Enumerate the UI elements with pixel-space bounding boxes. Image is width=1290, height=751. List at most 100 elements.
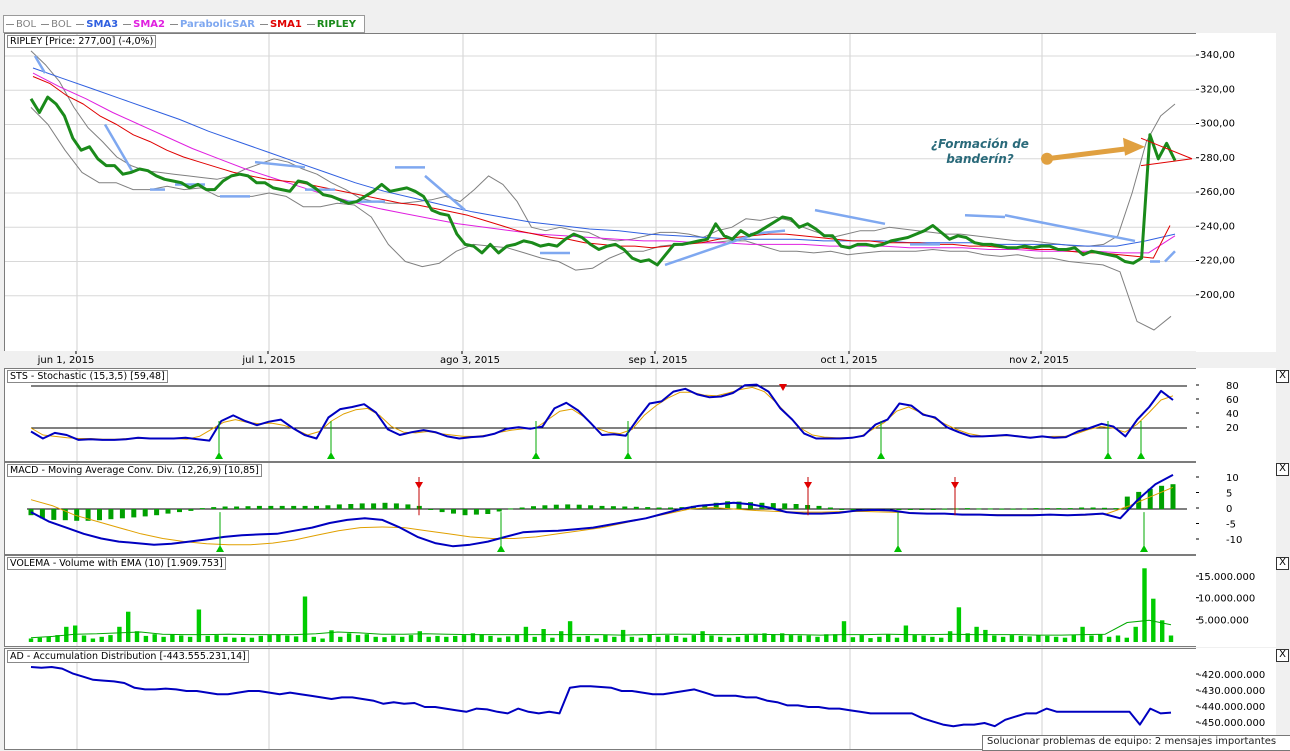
date-tick-label: ago 3, 2015 (440, 355, 500, 366)
volume-bar (912, 635, 917, 642)
macd-histogram-bar (325, 505, 331, 509)
macd-histogram-bar (565, 504, 571, 509)
volume-bar (992, 635, 997, 642)
volume-bar (903, 625, 909, 642)
ripley-price-line (29, 95, 1177, 267)
volume-tick-label: 5.000.000 (1198, 615, 1249, 626)
buy-signal-marker (532, 452, 540, 459)
parabolic-sar-segment (964, 214, 1006, 219)
stochastic-tick-label: 80 (1226, 381, 1239, 392)
volume-y-axis: 15.000.000 10.000.000 5.000.000 (1196, 555, 1276, 647)
macd-panel[interactable]: MACD - Moving Average Conv. Div. (12,26,… (4, 462, 1198, 555)
volume-bar (629, 636, 635, 642)
macd-tick-label: 0 (1226, 504, 1232, 515)
macd-histogram-bar (1147, 488, 1153, 509)
macd-line (30, 474, 1174, 548)
buy-signal-marker (1137, 452, 1145, 459)
volume-bar (585, 635, 590, 642)
legend-item[interactable]: BOL (6, 19, 36, 30)
legend-swatch (76, 23, 85, 25)
macd-histogram-bar (51, 509, 57, 520)
volume-bar (859, 635, 864, 642)
system-tooltip[interactable]: Solucionar problemas de equipo: 2 mensaj… (982, 735, 1290, 751)
price-panel[interactable]: ¿Formación de banderín? RIPLEY [Price: 27… (4, 33, 1198, 352)
volume-bar (1000, 636, 1006, 642)
macd-histogram-bar (211, 507, 217, 509)
volume-bar (81, 635, 87, 642)
ad-line (30, 666, 1172, 728)
date-tick-label: nov 2, 2015 (1009, 355, 1069, 366)
volume-bar (1106, 636, 1112, 642)
volume-bar (179, 635, 184, 642)
parabolic-sar-segment (1004, 214, 1136, 243)
macd-histogram-bar (1102, 507, 1107, 509)
ad-tick-label: -440.000.000 (1198, 702, 1265, 713)
macd-histogram-bar (188, 509, 194, 511)
volume-bar (788, 635, 794, 642)
volume-bar (506, 636, 511, 642)
close-stochastic-button[interactable]: X (1276, 370, 1289, 383)
legend-item[interactable]: SMA3 (76, 19, 118, 30)
legend-item[interactable]: ParabolicSAR (170, 19, 255, 30)
price-panel-title: RIPLEY [Price: 277,00] (-4,0%) (7, 35, 157, 48)
volume-bar (479, 634, 484, 642)
volume-bar (744, 635, 749, 642)
volume-panel[interactable]: VOLEMA - Volume with EMA (10) [1.909.753… (4, 555, 1198, 647)
legend-swatch (6, 23, 14, 25)
volume-tick-label: 10.000.000 (1198, 594, 1255, 605)
close-macd-button[interactable]: X (1276, 463, 1289, 476)
volume-bar (497, 637, 502, 642)
macd-histogram-bar (576, 504, 582, 509)
volume-bar (408, 635, 414, 642)
volume-bar (28, 638, 34, 642)
volume-bar (1027, 636, 1032, 642)
macd-y-axis: 10 5 0 -5 -10 (1196, 462, 1276, 555)
macd-histogram-bar (964, 508, 970, 510)
price-tick-label: 300,00 (1200, 119, 1235, 130)
volume-bar (1089, 635, 1094, 642)
buy-signal-marker (894, 545, 902, 552)
buy-signal-marker (216, 545, 224, 552)
macd-histogram-bar (154, 509, 160, 516)
date-axis: jun 1, 2015 jul 1, 2015 ago 3, 2015 sep 1, … (4, 351, 1196, 368)
volume-bar (488, 635, 493, 642)
volume-bar (152, 634, 157, 642)
stochastic-k-line (30, 383, 1174, 442)
legend-swatch (259, 23, 268, 25)
volume-bar (435, 635, 440, 642)
volume-bar (311, 636, 316, 642)
macd-histogram-bar (953, 508, 959, 510)
volume-bar (46, 636, 51, 642)
macd-histogram-bar (633, 506, 639, 509)
legend-item[interactable]: SMA1 (259, 19, 302, 30)
legend-item[interactable]: BOL (41, 19, 71, 30)
macd-tick-label: -10 (1226, 535, 1242, 546)
volume-bar (983, 629, 988, 642)
macd-histogram-bar (907, 509, 913, 510)
volume-bar (656, 636, 661, 642)
volume-bar (673, 635, 679, 642)
macd-histogram-bar (1010, 508, 1016, 510)
close-ad-button[interactable]: X (1276, 649, 1289, 662)
volume-bar (594, 638, 599, 642)
volume-bar (947, 631, 953, 642)
legend-item[interactable]: SMA2 (123, 19, 165, 30)
volume-bar (1142, 568, 1147, 642)
price-tick-label: 220,00 (1200, 256, 1235, 267)
volume-bar (603, 635, 608, 642)
legend-label: BOL (51, 18, 72, 30)
volume-bar (37, 637, 42, 642)
volume-bar (293, 636, 299, 642)
parabolic-sar-segment (1164, 250, 1176, 263)
volume-bar (753, 635, 758, 642)
macd-histogram-bar (108, 509, 114, 520)
stochastic-panel[interactable]: STS - Stochastic (15,3,5) [59,48] (4, 368, 1198, 462)
volume-bar (647, 634, 652, 642)
volume-bar (665, 635, 670, 642)
volume-bar (638, 637, 643, 642)
volume-bar (1071, 635, 1076, 642)
macd-histogram-bar (302, 505, 308, 509)
close-volume-button[interactable]: X (1276, 557, 1289, 570)
legend-item[interactable]: RIPLEY (306, 19, 356, 30)
macd-histogram-bar (942, 508, 948, 510)
